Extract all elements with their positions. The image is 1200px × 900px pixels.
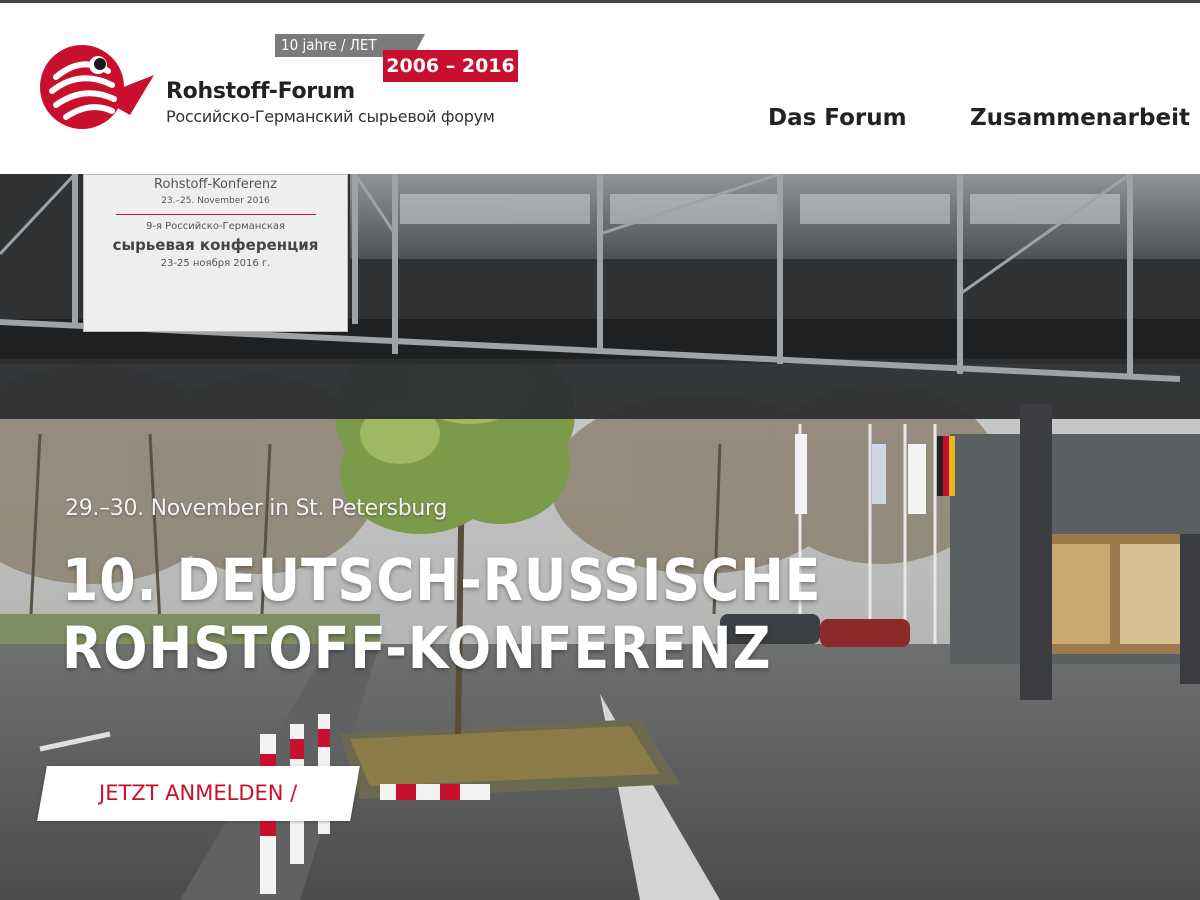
register-now-label: JETZT ANMELDEN / [99,781,298,805]
banner-divider [115,214,316,215]
hero-section: Rohstoff-Konferenz 23.–25. November 2016… [0,174,1200,900]
brand-name[interactable]: Rohstoff-Forum [166,79,355,104]
nav-item-das-forum[interactable]: Das Forum [768,105,907,131]
hero-title: 10. DEUTSCH-RUSSISCHE ROHSTOFF-KONFERENZ [62,546,821,682]
brand-subtitle: Российско-Германский сырьевой форум [166,107,495,126]
anniversary-dates-badge: 2006 – 2016 [383,50,518,82]
rohstoff-forum-logo-icon[interactable] [38,41,156,133]
hero-banner: Rohstoff-Konferenz 23.–25. November 2016… [83,174,348,332]
hero-title-line-2: ROHSTOFF-KONFERENZ [62,614,772,682]
hero-event-date: 29.–30. November in St. Petersburg [65,496,448,521]
banner-line-5: 23-25 ноября 2016 г. [160,258,271,269]
hero-title-line-1: 10. DEUTSCH-RUSSISCHE [62,546,822,614]
site-header: 10 jahre / ЛЕТ 2006 – 2016 Rohstoff-Foru… [0,3,1200,174]
banner-line-4: сырьевая конференция [112,236,319,254]
register-now-button[interactable]: JETZT ANMELDEN / [37,766,360,821]
banner-line-3: 9-я Российско-Германская [145,221,286,232]
banner-line-2: 23.–25. November 2016 [161,196,270,206]
nav-item-zusammenarbeit[interactable]: Zusammenarbeit [970,105,1190,131]
banner-line-1: Rohstoff-Konferenz [154,177,277,192]
